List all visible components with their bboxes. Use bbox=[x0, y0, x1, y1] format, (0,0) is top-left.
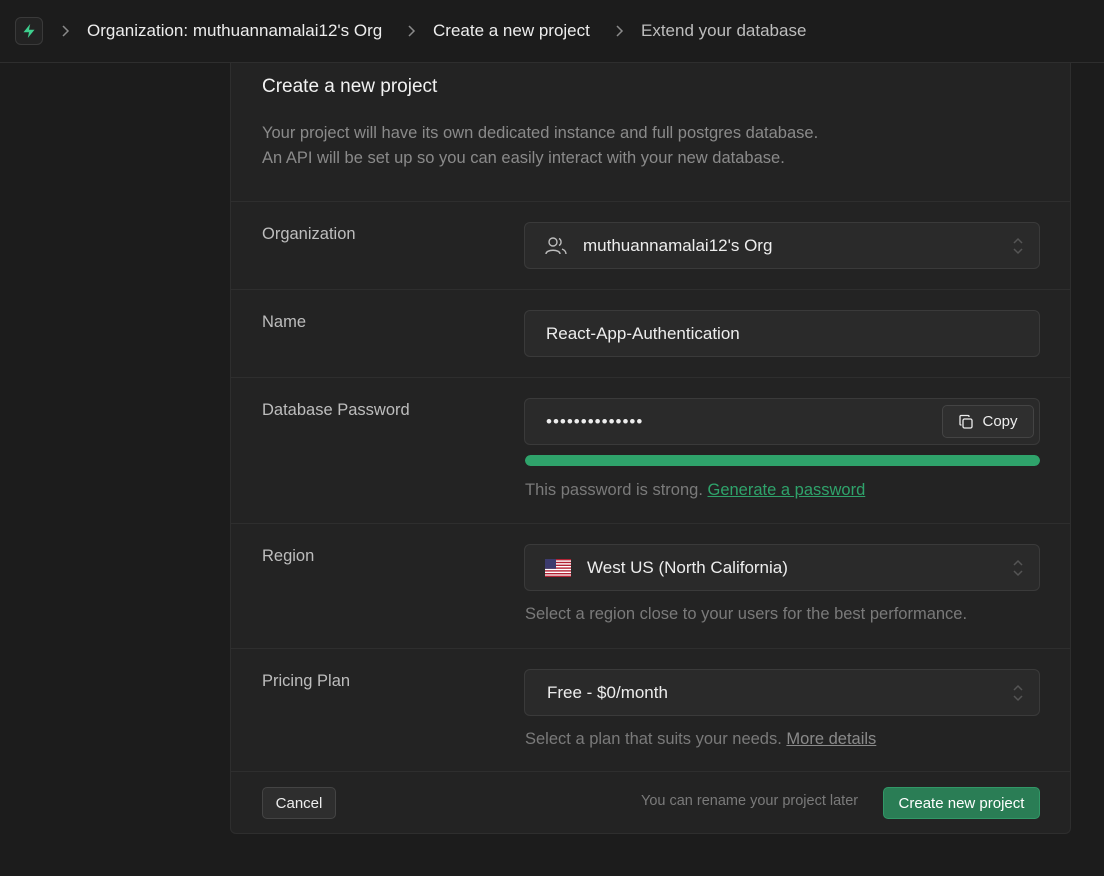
copy-icon bbox=[958, 414, 974, 430]
database-password-input[interactable]: •••••••••••••• Copy bbox=[524, 398, 1040, 445]
pricing-plan-select[interactable]: Free - $0/month bbox=[524, 669, 1040, 716]
password-value: •••••••••••••• bbox=[546, 411, 644, 431]
chevron-up-down-icon bbox=[1011, 683, 1025, 703]
breadcrumb-organization[interactable]: Organization: muthuannamalai12's Org bbox=[87, 20, 382, 42]
database-password-label: Database Password bbox=[262, 401, 410, 419]
chevron-right-icon bbox=[611, 23, 627, 39]
top-navigation-bar: Organization: muthuannamalai12's Org Cre… bbox=[0, 0, 1104, 63]
create-new-project-button[interactable]: Create new project bbox=[883, 787, 1040, 819]
name-label: Name bbox=[262, 313, 307, 331]
divider bbox=[231, 648, 1070, 649]
generate-password-link[interactable]: Generate a password bbox=[708, 481, 866, 499]
pricing-help-message: Select a plan that suits your needs. bbox=[525, 730, 782, 748]
region-help-text: Select a region close to your users for … bbox=[525, 605, 968, 623]
breadcrumb-extend-database[interactable]: Extend your database bbox=[641, 20, 806, 42]
chevron-up-down-icon bbox=[1011, 558, 1025, 578]
card-title: Create a new project bbox=[262, 76, 438, 97]
chevron-right-icon bbox=[57, 23, 73, 39]
project-name-value: React-App-Authentication bbox=[546, 323, 740, 343]
pricing-help-text: Select a plan that suits your needs. Mor… bbox=[525, 728, 876, 750]
create-project-card: Create a new project Your project will h… bbox=[230, 63, 1071, 834]
password-strength-fill bbox=[525, 455, 1040, 466]
supabase-logo-icon[interactable] bbox=[15, 17, 43, 45]
pricing-plan-label: Pricing Plan bbox=[262, 672, 351, 690]
divider bbox=[231, 201, 1070, 202]
divider bbox=[231, 523, 1070, 524]
organization-label: Organization bbox=[262, 225, 356, 243]
region-value: West US (North California) bbox=[587, 557, 788, 577]
copy-password-button[interactable]: Copy bbox=[942, 405, 1034, 438]
password-strength-text: This password is strong. Generate a pass… bbox=[525, 479, 865, 501]
organization-select[interactable]: muthuannamalai12's Org bbox=[524, 222, 1040, 269]
region-select[interactable]: West US (North California) bbox=[524, 544, 1040, 591]
password-strength-bar bbox=[525, 455, 1040, 466]
copy-button-label: Copy bbox=[982, 413, 1018, 430]
organization-value: muthuannamalai12's Org bbox=[583, 235, 773, 255]
more-details-link[interactable]: More details bbox=[786, 730, 876, 748]
region-label: Region bbox=[262, 547, 315, 565]
chevron-up-down-icon bbox=[1011, 236, 1025, 256]
divider bbox=[231, 771, 1070, 772]
pricing-plan-value: Free - $0/month bbox=[547, 682, 668, 702]
breadcrumb-create-project[interactable]: Create a new project bbox=[433, 20, 590, 42]
rename-note: You can rename your project later bbox=[641, 793, 859, 809]
card-description-line-1: Your project will have its own dedicated… bbox=[262, 124, 819, 142]
password-strength-message: This password is strong. bbox=[525, 481, 703, 499]
project-name-input[interactable]: React-App-Authentication bbox=[524, 310, 1040, 357]
users-icon bbox=[545, 236, 567, 256]
card-description-line-2: An API will be set up so you can easily … bbox=[262, 149, 785, 167]
us-flag-icon bbox=[545, 558, 571, 577]
card-description: Your project will have its own dedicated… bbox=[262, 121, 818, 171]
chevron-right-icon bbox=[403, 23, 419, 39]
divider bbox=[231, 377, 1070, 378]
cancel-button[interactable]: Cancel bbox=[262, 787, 336, 819]
divider bbox=[231, 289, 1070, 290]
